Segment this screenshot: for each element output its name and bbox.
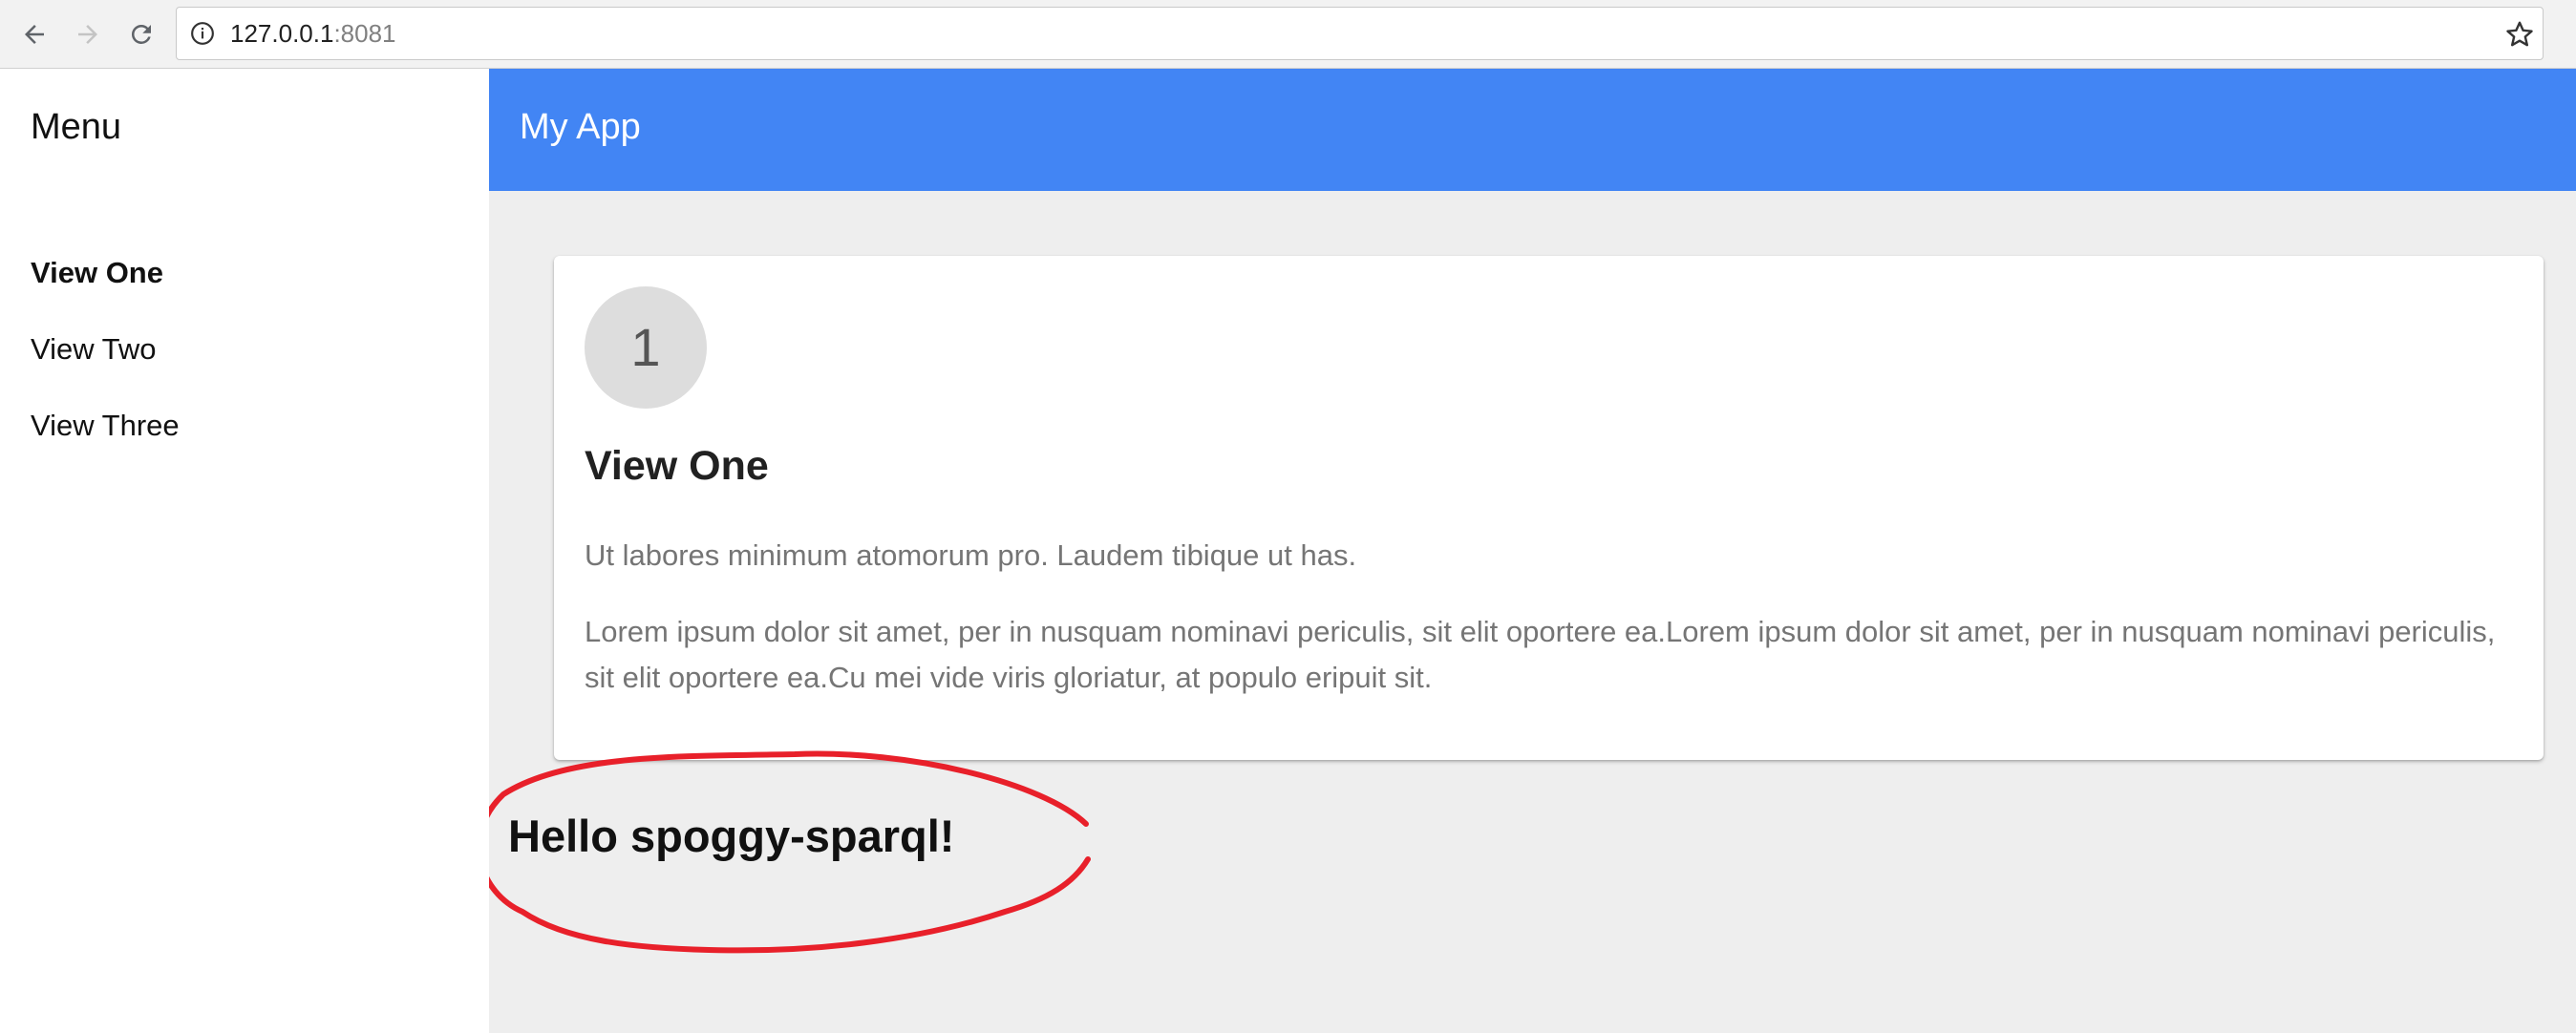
url-host: 127.0.0.1	[230, 19, 334, 48]
card-paragraph: Ut labores minimum atomorum pro. Laudem …	[585, 538, 1357, 572]
content-card: 1 View One Ut labores minimum atomorum p…	[554, 256, 2544, 760]
url-text: 127.0.0.1:8081	[230, 8, 396, 59]
reload-icon[interactable]	[122, 15, 160, 53]
sidebar-item-view-two[interactable]: View Two	[31, 332, 157, 367]
address-bar[interactable]: 127.0.0.1:8081	[176, 7, 2544, 60]
number-badge: 1	[585, 286, 707, 409]
card-paragraph: Lorem ipsum dolor sit amet, per in nusqu…	[585, 615, 2496, 694]
main-content: 1 View One Ut labores minimum atomorum p…	[489, 191, 2576, 1033]
info-icon[interactable]	[190, 21, 215, 46]
sidebar-item-view-one[interactable]: View One	[31, 256, 163, 290]
url-port: :8081	[333, 19, 396, 48]
arrow-right-icon[interactable]	[69, 15, 107, 53]
arrow-left-icon[interactable]	[15, 15, 53, 53]
greeting-heading: Hello spoggy-sparql!	[508, 811, 955, 861]
browser-toolbar: 127.0.0.1:8081	[0, 0, 2576, 69]
sidebar: Menu View One View Two View Three	[0, 69, 489, 1033]
app-header: My App	[489, 69, 2576, 191]
star-icon[interactable]	[2504, 19, 2535, 50]
menu-title: Menu	[31, 107, 122, 147]
sidebar-item-view-three[interactable]: View Three	[31, 409, 180, 443]
app-title: My App	[520, 107, 641, 147]
card-title: View One	[585, 443, 769, 489]
